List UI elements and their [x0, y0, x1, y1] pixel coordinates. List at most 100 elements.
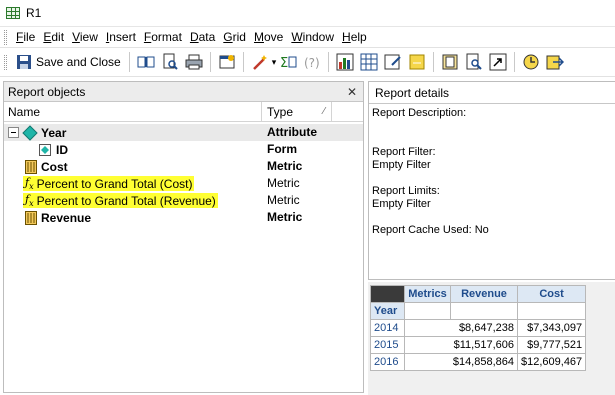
- close-icon[interactable]: ✕: [347, 85, 357, 99]
- grid-blank-cell: [516, 302, 587, 320]
- tree-row-year[interactable]: Year Attribute: [8, 124, 363, 141]
- add-grand-total-button[interactable]: Σ: [277, 51, 299, 73]
- grid-revenue-cell[interactable]: $11,517,606: [404, 336, 518, 354]
- toolbar-separator: [514, 52, 516, 72]
- tree-row-name: ID: [56, 142, 68, 157]
- object-browser-icon: [442, 54, 458, 70]
- menu-format[interactable]: Format: [140, 28, 186, 46]
- tree-row-revenue[interactable]: Revenue Metric: [8, 209, 363, 226]
- grid-year-cell[interactable]: 2014: [370, 319, 405, 337]
- menu-grip[interactable]: [4, 29, 7, 45]
- find-button[interactable]: [463, 51, 485, 73]
- svg-text:(?): (?): [304, 56, 320, 70]
- help-button[interactable]: (?): [301, 51, 323, 73]
- grid-row: 2015 $11,517,606 $9,777,521: [370, 336, 587, 354]
- report-filter-value: Empty Filter: [372, 159, 431, 171]
- report-objects-column-headers: Name Type ⁄: [4, 102, 363, 122]
- grid-year-cell[interactable]: 2015: [370, 336, 405, 354]
- find-icon: [466, 53, 482, 70]
- grid-year-cell[interactable]: 2016: [370, 353, 405, 371]
- navigate-button[interactable]: [487, 51, 509, 73]
- sql-view-button[interactable]: [406, 51, 428, 73]
- function-icon: ƒx: [25, 175, 34, 192]
- report-cache-label: Report Cache Used: No: [372, 224, 489, 236]
- save-and-close-label: Save and Close: [36, 55, 121, 69]
- book-icon: [137, 56, 155, 68]
- tree-row-name: Percent to Grand Total (Revenue): [36, 193, 216, 208]
- tree-row-type: Form: [267, 142, 297, 156]
- tree-row-type: Attribute: [267, 125, 317, 139]
- grid-row-header-year[interactable]: Year: [370, 302, 405, 320]
- tree-row-name: Revenue: [41, 210, 92, 225]
- window-title: R1: [26, 6, 42, 20]
- grid-cost-cell[interactable]: $12,609,467: [516, 353, 587, 371]
- tree-row-id[interactable]: ID Form: [8, 141, 363, 158]
- save-and-close-button[interactable]: Save and Close: [12, 51, 125, 73]
- graph-view-button[interactable]: [334, 51, 356, 73]
- grid-row: 2014 $8,647,238 $7,343,097: [370, 319, 587, 337]
- grid-column-header-revenue[interactable]: Revenue: [450, 285, 518, 303]
- tree-row-percent-cost[interactable]: ƒx Percent to Grand Total (Cost) Metric: [8, 175, 363, 192]
- wizard-button[interactable]: [249, 51, 271, 73]
- report-options-icon: [219, 55, 235, 69]
- grid-column-header-cost[interactable]: Cost: [516, 285, 587, 303]
- open-book-button[interactable]: [135, 51, 157, 73]
- printer-icon: [185, 54, 203, 70]
- metric-icon: [25, 210, 37, 225]
- arrow-up-right-icon: [489, 53, 507, 71]
- attribute-diamond-icon: [22, 124, 38, 141]
- tree-row-type: Metric: [267, 193, 300, 207]
- object-browser-button[interactable]: [439, 51, 461, 73]
- menu-window[interactable]: Window: [287, 28, 338, 46]
- report-details-body: Report Description: Report Filter: Empty…: [369, 104, 615, 240]
- tree-row-type: Metric: [267, 159, 303, 173]
- title-bar: R1: [0, 0, 615, 26]
- toolbar-grip[interactable]: [4, 54, 7, 70]
- column-header-name[interactable]: Name: [4, 102, 262, 121]
- column-header-type[interactable]: Type ⁄: [262, 102, 332, 121]
- report-objects-title: Report objects: [8, 84, 86, 99]
- menu-insert[interactable]: Insert: [102, 28, 140, 46]
- design-view-icon: [384, 54, 401, 70]
- grid-revenue-cell[interactable]: $14,858,864: [404, 353, 518, 371]
- toolbar-separator: [242, 52, 244, 72]
- menu-file[interactable]: File: [12, 28, 39, 46]
- sort-indicator-icon: ⁄: [323, 106, 325, 117]
- print-preview-icon: [163, 53, 178, 70]
- tree-row-type: Metric: [267, 210, 303, 224]
- menu-edit[interactable]: Edit: [39, 28, 68, 46]
- tree-row-name: Cost: [41, 159, 68, 174]
- report-objects-pane: Report objects ✕ Name Type ⁄ Year Attrib…: [3, 81, 364, 393]
- grid-metrics-header[interactable]: Metrics: [404, 285, 451, 303]
- grid-revenue-cell[interactable]: $8,647,238: [404, 319, 518, 337]
- grid-corner-cell[interactable]: [370, 285, 405, 303]
- chevron-down-icon[interactable]: ▾: [272, 57, 277, 68]
- menu-grid[interactable]: Grid: [219, 28, 250, 46]
- report-limits-value: Empty Filter: [372, 198, 431, 210]
- grid-cost-cell[interactable]: $9,777,521: [516, 336, 587, 354]
- menu-help[interactable]: Help: [338, 28, 371, 46]
- print-button[interactable]: [183, 51, 205, 73]
- tree-row-name: Year: [41, 125, 67, 140]
- print-preview-button[interactable]: [159, 51, 181, 73]
- report-options-button[interactable]: [216, 51, 238, 73]
- grid-view-button[interactable]: [358, 51, 380, 73]
- report-objects-header: Report objects ✕: [4, 82, 363, 102]
- grid-blank-cell: [450, 302, 518, 320]
- toolbar-separator: [328, 52, 330, 72]
- menu-data[interactable]: Data: [186, 28, 219, 46]
- floppy-disk-icon: [17, 55, 31, 69]
- tree-row-cost[interactable]: Cost Metric: [8, 158, 363, 175]
- export-button[interactable]: [544, 51, 566, 73]
- menu-view[interactable]: View: [68, 28, 102, 46]
- report-grid-area: Metrics Revenue Cost Year 2014 $8,647,23…: [368, 282, 615, 395]
- schedule-button[interactable]: [520, 51, 542, 73]
- tree-row-percent-revenue[interactable]: ƒx Percent to Grand Total (Revenue) Metr…: [8, 192, 363, 209]
- menu-move[interactable]: Move: [250, 28, 287, 46]
- grid-row: 2016 $14,858,864 $12,609,467: [370, 353, 587, 371]
- grid-cost-cell[interactable]: $7,343,097: [516, 319, 587, 337]
- design-view-button[interactable]: [382, 51, 404, 73]
- collapse-toggle-icon[interactable]: [8, 127, 19, 138]
- graph-view-icon: [336, 53, 354, 71]
- magic-wand-icon: [252, 55, 267, 70]
